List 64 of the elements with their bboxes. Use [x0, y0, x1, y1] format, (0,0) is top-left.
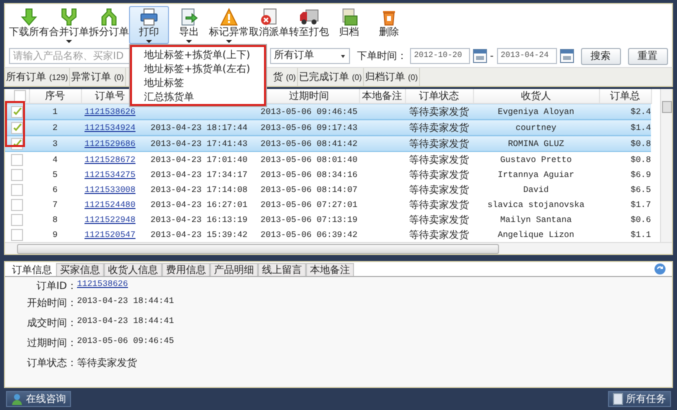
table-cell: ROMINA GLUZ	[508, 138, 564, 148]
field-label: 订单状态：	[26, 356, 77, 370]
table-cell: 7	[52, 200, 58, 210]
table-cell: 9	[52, 230, 58, 240]
table-cell: 2013-05-06 08:34:16	[260, 170, 358, 180]
field-label: 过期时间：	[26, 336, 77, 350]
table-cell: Evgeniya Aloyan	[498, 106, 574, 116]
table-cell: slavica stojanovska	[488, 200, 584, 210]
date-label: 下单时间：	[357, 50, 407, 63]
table-cell: 4	[52, 154, 58, 164]
table-cell: 6	[52, 184, 58, 194]
field-label: 开始时间：	[26, 296, 77, 310]
table-cell: $1.1	[630, 230, 651, 240]
table-cell: $1.4	[630, 122, 651, 132]
table-cell: courtney	[516, 122, 556, 132]
table-cell: 等待卖家发货	[409, 154, 469, 166]
table-cell: $1.7	[630, 200, 651, 210]
table-cell: 2013-04-23 17:41:43	[150, 138, 248, 148]
field-label: 订单ID：	[35, 280, 77, 293]
table-cell: $6.5	[630, 184, 651, 194]
table-cell: 等待卖家发货	[409, 184, 469, 196]
table-cell: 1	[52, 106, 58, 116]
table-cell: 等待卖家发货	[409, 106, 469, 118]
table-cell: 等待卖家发货	[409, 138, 469, 150]
field-value: 等待卖家发货	[77, 356, 137, 370]
table-cell: Angelique Lizon	[498, 230, 574, 240]
table-cell: 5	[52, 170, 58, 180]
table-cell: 2013-04-23 17:14:08	[150, 184, 248, 194]
table-cell: 2	[52, 122, 58, 132]
table-cell: Irtannya Aguiar	[498, 170, 574, 180]
table-cell: 2013-04-23 17:34:17	[150, 170, 248, 180]
table-cell: David	[523, 184, 549, 194]
table-cell: Mailyn Santana	[500, 214, 572, 224]
table-cell: 等待卖家发货	[409, 214, 469, 226]
table-cell: $2.4	[630, 106, 651, 116]
table-cell: 2013-04-23 16:13:19	[150, 214, 248, 224]
table-cell: 等待卖家发货	[409, 230, 469, 240]
table-cell: 2013-05-06 07:27:01	[260, 200, 358, 210]
field-label: 成交时间：	[26, 316, 77, 330]
table-cell: 2013-05-06 08:14:07	[260, 184, 358, 194]
table-cell: 2013-04-23 15:39:42	[150, 230, 248, 240]
table-cell: 2013-05-06 06:39:42	[260, 230, 358, 240]
table-cell: 3	[52, 138, 58, 148]
table-cell: 2013-05-06 08:41:42	[260, 138, 358, 148]
table-cell: 等待卖家发货	[409, 170, 469, 180]
table-cell: 2013-05-06 09:17:43	[260, 122, 358, 132]
table-cell: 2013-05-06 07:13:19	[260, 214, 358, 224]
field-value: 2013-04-23 18:44:41	[77, 316, 174, 326]
date-separator: -	[490, 50, 494, 62]
field-value: 2013-05-06 09:46:45	[77, 336, 174, 346]
table-cell: 2013-05-06 08:01:40	[260, 154, 358, 164]
table-cell: 2013-05-06 09:46:45	[260, 106, 358, 116]
table-cell: $0.6	[630, 214, 651, 224]
table-cell: $0.8	[630, 138, 651, 148]
table-cell: $0.8	[630, 154, 651, 164]
table-cell: 等待卖家发货	[409, 200, 469, 210]
field-value: 2013-04-23 18:44:41	[77, 296, 174, 306]
table-cell: $6.9	[630, 170, 651, 180]
table-cell: Gustavo Pretto	[500, 154, 572, 164]
table-cell: 2013-04-23 18:17:44	[150, 122, 248, 132]
table-cell: 2013-04-23 17:01:40	[150, 154, 248, 164]
table-cell: 等待卖家发货	[409, 122, 469, 134]
table-cell: 8	[52, 214, 58, 224]
table-cell: 2013-04-23 16:27:01	[150, 200, 248, 210]
